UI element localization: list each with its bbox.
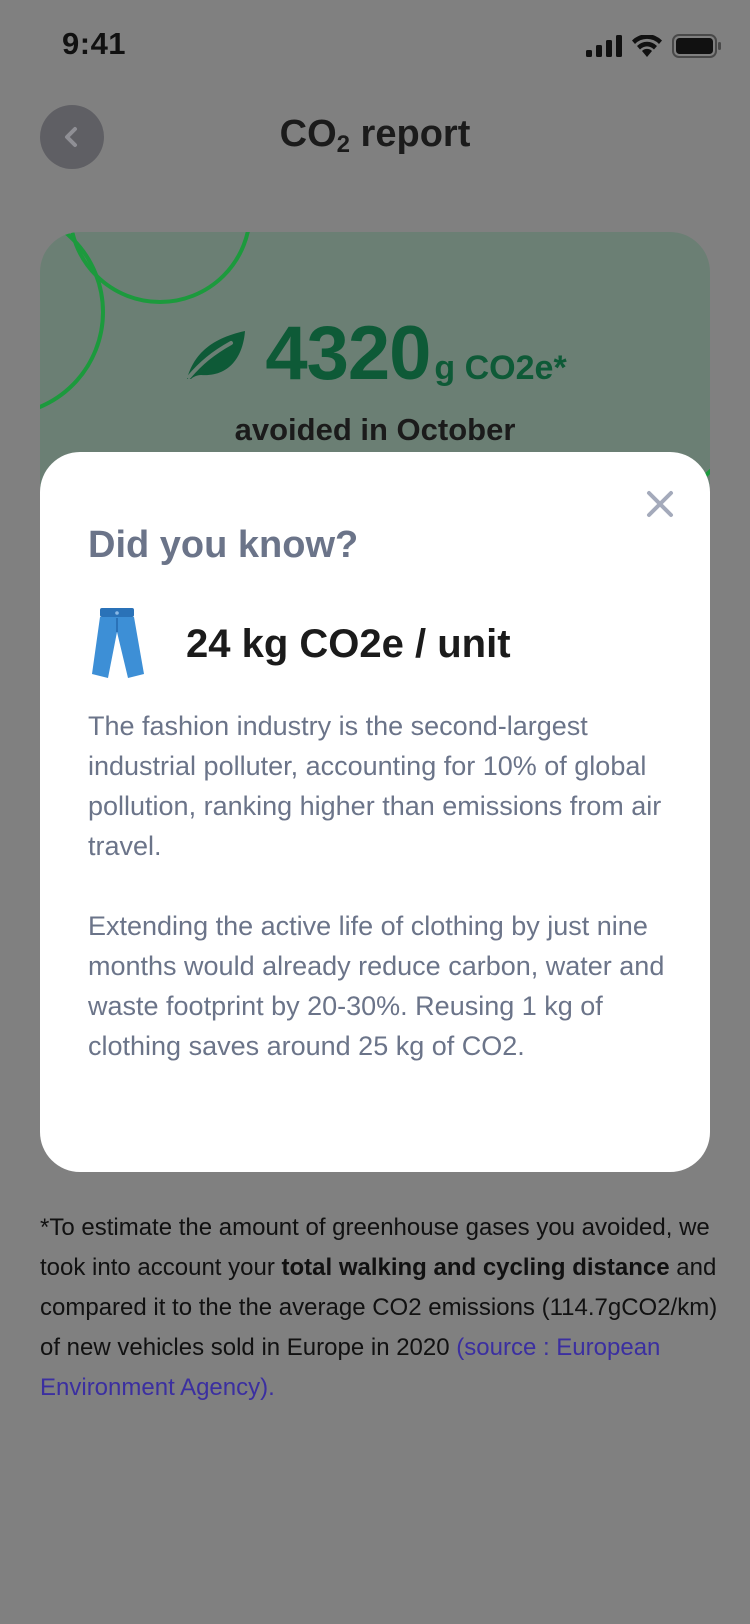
did-you-know-modal: Did you know? 24 kg CO2e / unit The fash… [40,452,710,1172]
fact-paragraph-2: Extending the active life of clothing by… [88,911,665,1061]
close-icon [647,491,673,517]
fact-row: 24 kg CO2e / unit [88,608,511,680]
status-time: 9:41 [62,26,127,61]
fact-paragraph-1: The fashion industry is the second-large… [88,711,662,861]
status-bar: 9:41 [0,0,750,90]
page-title-subscript: 2 [336,131,350,158]
battery-icon [672,34,721,58]
leaf-icon [187,330,246,379]
close-button[interactable] [640,484,680,524]
page-title-co: CO [279,113,337,155]
fact-value: 24 kg CO2e / unit [186,621,511,666]
jeans-icon [92,608,144,678]
page-title: CO2 report [0,113,750,159]
status-icons [586,34,722,58]
footnote-bold: total walking and cycling distance [281,1254,670,1281]
signal-icon [586,35,622,57]
modal-title: Did you know? [88,524,359,566]
footnote: *To estimate the amount of greenhouse ga… [40,1208,720,1408]
summary-value: 4320 [265,311,431,396]
summary-caption: avoided in October [234,412,516,447]
summary-value-row: 4320 g CO2e* [40,310,710,397]
summary-unit: g CO2e* [434,349,567,387]
page-title-rest: report [350,113,471,155]
fact-text: The fashion industry is the second-large… [88,706,678,1066]
wifi-icon [632,35,662,57]
